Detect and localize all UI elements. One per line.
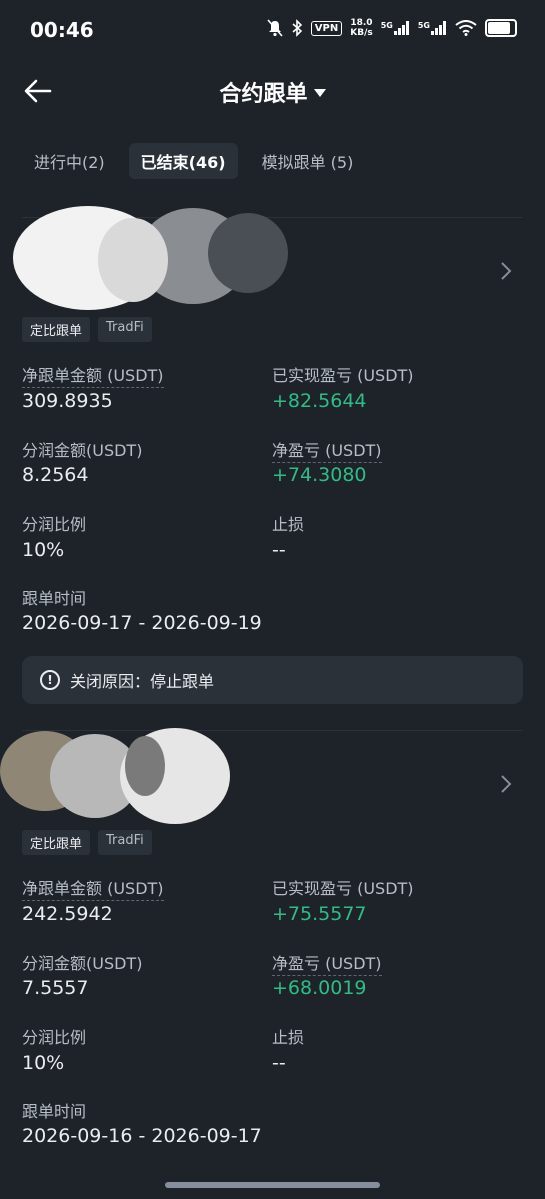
tag-tradfi: TradFi <box>98 830 152 855</box>
network-type-label: 5G <box>380 21 393 30</box>
history-card[interactable]: 定比跟单 TradFi 净跟单金额 (USDT) 309.8935 已实现盈亏 … <box>0 206 545 708</box>
close-reason-box: ! 关闭原因：停止跟单 <box>22 656 523 704</box>
period-label: 跟单时间 <box>22 589 87 608</box>
net-amount-value: 309.8935 <box>22 390 113 412</box>
tab-simulated[interactable]: 模拟跟单 (5) <box>250 143 366 179</box>
signal-5g-1: 5G <box>381 21 410 35</box>
signal-bars-icon <box>393 21 409 35</box>
period-value: 2026-09-17 - 2026-09-19 <box>22 612 262 634</box>
net-pnl-value: +68.0019 <box>272 977 367 999</box>
stop-loss-label: 止损 <box>272 1028 305 1047</box>
stop-loss-value: -- <box>272 1052 286 1074</box>
chevron-right-icon[interactable] <box>499 261 513 281</box>
mute-bell-icon <box>267 19 283 37</box>
net-pnl-value: +74.3080 <box>272 464 367 486</box>
tab-ended[interactable]: 已结束(46) <box>128 143 238 179</box>
network-speed-value: 18.0 <box>350 18 373 28</box>
realized-pnl-label: 已实现盈亏 (USDT) <box>272 879 414 898</box>
redacted-trader-info <box>0 728 230 824</box>
wifi-icon <box>455 20 477 36</box>
stop-loss-value: -- <box>272 539 286 561</box>
signal-5g-2: 5G <box>418 21 447 35</box>
tag-fixed-ratio: 定比跟单 <box>22 830 91 855</box>
profit-share-amount-value: 8.2564 <box>22 464 89 486</box>
tab-bar: 进行中(2) 已结束(46) 模拟跟单 (5) <box>22 143 365 179</box>
net-pnl-label[interactable]: 净盈亏 (USDT) <box>272 954 382 976</box>
home-indicator[interactable] <box>165 1182 380 1188</box>
page-title: 合约跟单 <box>219 82 308 107</box>
profit-share-amount-label: 分润金额(USDT) <box>22 954 143 973</box>
profit-share-ratio-value: 10% <box>22 539 65 561</box>
net-pnl-label[interactable]: 净盈亏 (USDT) <box>272 441 382 463</box>
close-reason-text: 关闭原因：停止跟单 <box>70 672 215 691</box>
realized-pnl-label: 已实现盈亏 (USDT) <box>272 366 414 385</box>
redacted-trader-info <box>13 206 288 310</box>
network-speed: 18.0 KB/s <box>350 18 372 38</box>
history-card[interactable]: 定比跟单 TradFi 净跟单金额 (USDT) 242.5942 已实现盈亏 … <box>0 728 545 1161</box>
profit-share-ratio-label: 分润比例 <box>22 1028 87 1047</box>
battery-fill <box>488 22 511 34</box>
profit-share-amount-label: 分润金额(USDT) <box>22 441 143 460</box>
profit-share-ratio-label: 分润比例 <box>22 515 87 534</box>
profit-share-amount-value: 7.5557 <box>22 977 89 999</box>
info-icon: ! <box>40 670 60 690</box>
signal-bars-icon <box>431 21 446 35</box>
tag-list: 定比跟单 TradFi <box>22 830 152 855</box>
net-amount-label[interactable]: 净跟单金额 (USDT) <box>22 879 164 901</box>
profit-share-ratio-value: 10% <box>22 1052 65 1074</box>
tag-tradfi: TradFi <box>98 317 152 342</box>
period-value: 2026-09-16 - 2026-09-17 <box>22 1125 262 1147</box>
status-icons: VPN 18.0 KB/s 5G 5G <box>267 18 517 38</box>
bluetooth-icon <box>292 19 302 37</box>
tag-fixed-ratio: 定比跟单 <box>22 317 91 342</box>
period-label: 跟单时间 <box>22 1102 87 1121</box>
network-speed-unit: KB/s <box>350 28 373 38</box>
page-title-dropdown[interactable]: 合约跟单 <box>0 76 545 108</box>
realized-pnl-value: +75.5577 <box>272 903 367 925</box>
tag-list: 定比跟单 TradFi <box>22 317 152 342</box>
tab-in-progress[interactable]: 进行中(2) <box>22 143 117 179</box>
caret-down-icon <box>313 89 326 97</box>
realized-pnl-value: +82.5644 <box>272 390 367 412</box>
battery-icon <box>485 19 517 37</box>
vpn-badge: VPN <box>310 20 343 36</box>
chevron-right-icon[interactable] <box>499 774 513 794</box>
network-type-label: 5G <box>417 21 430 30</box>
net-amount-label[interactable]: 净跟单金额 (USDT) <box>22 366 164 388</box>
status-time: 00:46 <box>30 18 94 42</box>
net-amount-value: 242.5942 <box>22 903 113 925</box>
stop-loss-label: 止损 <box>272 515 305 534</box>
